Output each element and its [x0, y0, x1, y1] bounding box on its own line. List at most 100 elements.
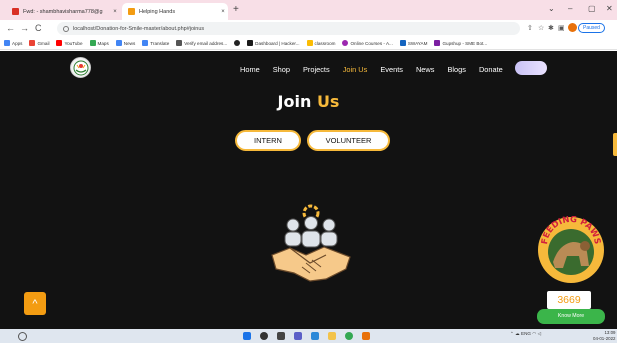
nav-join-us[interactable]: Join Us [343, 65, 368, 74]
nav-donate[interactable]: Donate [479, 65, 503, 74]
side-drawer-handle[interactable] [613, 133, 617, 156]
hands-logo-icon [73, 60, 88, 75]
intern-button[interactable]: INTERN [235, 130, 301, 151]
nav-shop[interactable]: Shop [273, 65, 290, 74]
hackerrank-icon [247, 40, 254, 46]
bookmark-label: News [123, 40, 136, 46]
new-tab-button[interactable]: + [233, 5, 239, 15]
search-taskbar-icon[interactable] [260, 332, 268, 340]
chat-icon[interactable] [294, 332, 302, 340]
bookmark-apps[interactable]: Apps [4, 40, 22, 46]
nav-home[interactable]: Home [240, 65, 260, 74]
side-panel-icon[interactable]: ▣ [558, 24, 565, 32]
bookmark-verify-email[interactable]: Verify email addres... [176, 40, 227, 46]
bookmark-youtube[interactable]: YouTube [56, 40, 83, 46]
taskbar: ⌃ ☁ ENG ◠ ◁ 13:09 04-01-2022 [0, 329, 617, 343]
search-icon[interactable] [18, 332, 27, 341]
nav-blogs[interactable]: Blogs [447, 65, 466, 74]
widgets-icon[interactable] [311, 332, 319, 340]
bookmark-translate[interactable]: Translate [142, 40, 169, 46]
gupshup-icon [434, 40, 441, 46]
bookmark-label: Gmail [37, 40, 50, 46]
site-info-icon[interactable] [63, 25, 69, 32]
extensions-icon[interactable]: ✱ [548, 24, 554, 32]
classroom-icon [306, 40, 313, 46]
nav-action-button[interactable] [515, 61, 547, 75]
close-window-button[interactable]: ✕ [606, 4, 613, 13]
news-icon [115, 40, 122, 46]
title-word-us: Us [316, 92, 340, 111]
gmail-icon [29, 40, 36, 46]
bookmark-maps[interactable]: Maps [89, 40, 109, 46]
language-indicator[interactable]: ENG [521, 331, 531, 336]
onedrive-icon[interactable]: ☁ [515, 331, 520, 336]
tab-helping-hands[interactable]: Helping Hands × [122, 3, 228, 20]
nav-events[interactable]: Events [380, 65, 403, 74]
bookmark-label: Apps [12, 40, 23, 46]
bookmark-hackerrank[interactable]: Dashboard | Hacker... [247, 40, 300, 46]
task-view-icon[interactable] [277, 332, 285, 340]
maximize-button[interactable]: ▢ [588, 4, 596, 13]
bookmark-online-courses[interactable]: Online Courses - A... [342, 40, 393, 46]
address-bar-row: ← → C localhost/Donation-for-Smile-maste… [0, 20, 617, 37]
know-more-button[interactable]: Know More [537, 309, 605, 324]
reload-button[interactable]: C [35, 22, 42, 34]
chrome-icon[interactable] [345, 332, 353, 340]
bookmark-label: Translate [150, 40, 170, 46]
main-nav: Home Shop Projects Join Us Events News B… [240, 65, 503, 74]
feeding-paws-badge[interactable]: FEEDING PAWS [537, 216, 605, 284]
tab-title: Fwd: - shambhavisharma778@g [23, 8, 103, 15]
minimize-button[interactable]: – [568, 4, 572, 13]
bookmark-gmail[interactable]: Gmail [29, 40, 49, 46]
bookmark-label: Dashboard | Hacker... [255, 40, 300, 46]
wifi-icon[interactable]: ◠ [532, 331, 536, 336]
bookmark-label: SWAYAM [407, 40, 428, 46]
profile-avatar[interactable] [568, 23, 577, 32]
bookmark-swayam[interactable]: SWAYAM [399, 40, 428, 46]
bookmark-star-icon[interactable]: ☆ [538, 24, 544, 32]
tab-gmail[interactable]: Fwd: - shambhavisharma778@g × [6, 3, 120, 20]
forward-button[interactable]: → [20, 22, 29, 34]
apps-grid-icon [4, 40, 10, 46]
page-title: Join Us [0, 92, 617, 111]
gmail-icon [12, 8, 19, 15]
bookmark-label: Online Courses - A... [350, 40, 393, 46]
github-icon [234, 40, 241, 46]
bookmark-gupshup[interactable]: Gupshup - SME Bot... [434, 40, 487, 46]
start-icon[interactable] [243, 332, 251, 340]
tray-chevron-icon[interactable]: ⌃ [510, 331, 514, 336]
volunteer-button[interactable]: VOLUNTEER [307, 130, 390, 151]
clock[interactable]: 13:09 04-01-2022 [593, 330, 615, 342]
youtube-icon [56, 40, 63, 46]
translate-icon [142, 40, 149, 46]
email-icon [176, 40, 183, 46]
paused-sync-button[interactable]: Paused [578, 23, 605, 33]
courses-icon [342, 40, 349, 46]
photos-icon[interactable] [362, 332, 370, 340]
close-icon[interactable]: × [110, 9, 120, 15]
taskbar-apps [243, 332, 370, 340]
bookmark-label: YouTube [64, 40, 83, 46]
bookmark-classroom[interactable]: classroom [306, 40, 336, 46]
bookmark-news[interactable]: News [115, 40, 136, 46]
scroll-to-top-button[interactable]: ^ [24, 292, 46, 315]
bookmark-label: Verify email addres... [184, 40, 228, 46]
share-icon[interactable]: ⇧ [527, 24, 533, 32]
close-icon[interactable]: × [218, 9, 228, 15]
bookmark-label: classroom [314, 40, 336, 46]
file-explorer-icon[interactable] [328, 332, 336, 340]
nav-news[interactable]: News [416, 65, 434, 74]
nav-projects[interactable]: Projects [303, 65, 330, 74]
title-word-join: Join [277, 92, 312, 111]
back-button[interactable]: ← [6, 22, 15, 34]
maps-icon [89, 40, 96, 46]
volume-icon[interactable]: ◁ [538, 331, 542, 336]
site-favicon-icon [128, 8, 135, 15]
tab-search-icon[interactable]: ⌄ [548, 4, 555, 13]
site-logo[interactable] [70, 57, 91, 78]
bookmark-github[interactable] [234, 40, 241, 46]
site-page: Home Shop Projects Join Us Events News B… [0, 51, 617, 329]
address-input[interactable]: localhost/Donation-for-Smile-master/abou… [57, 22, 520, 35]
swayam-icon [399, 40, 406, 46]
donation-counter: 3669 [547, 291, 591, 309]
